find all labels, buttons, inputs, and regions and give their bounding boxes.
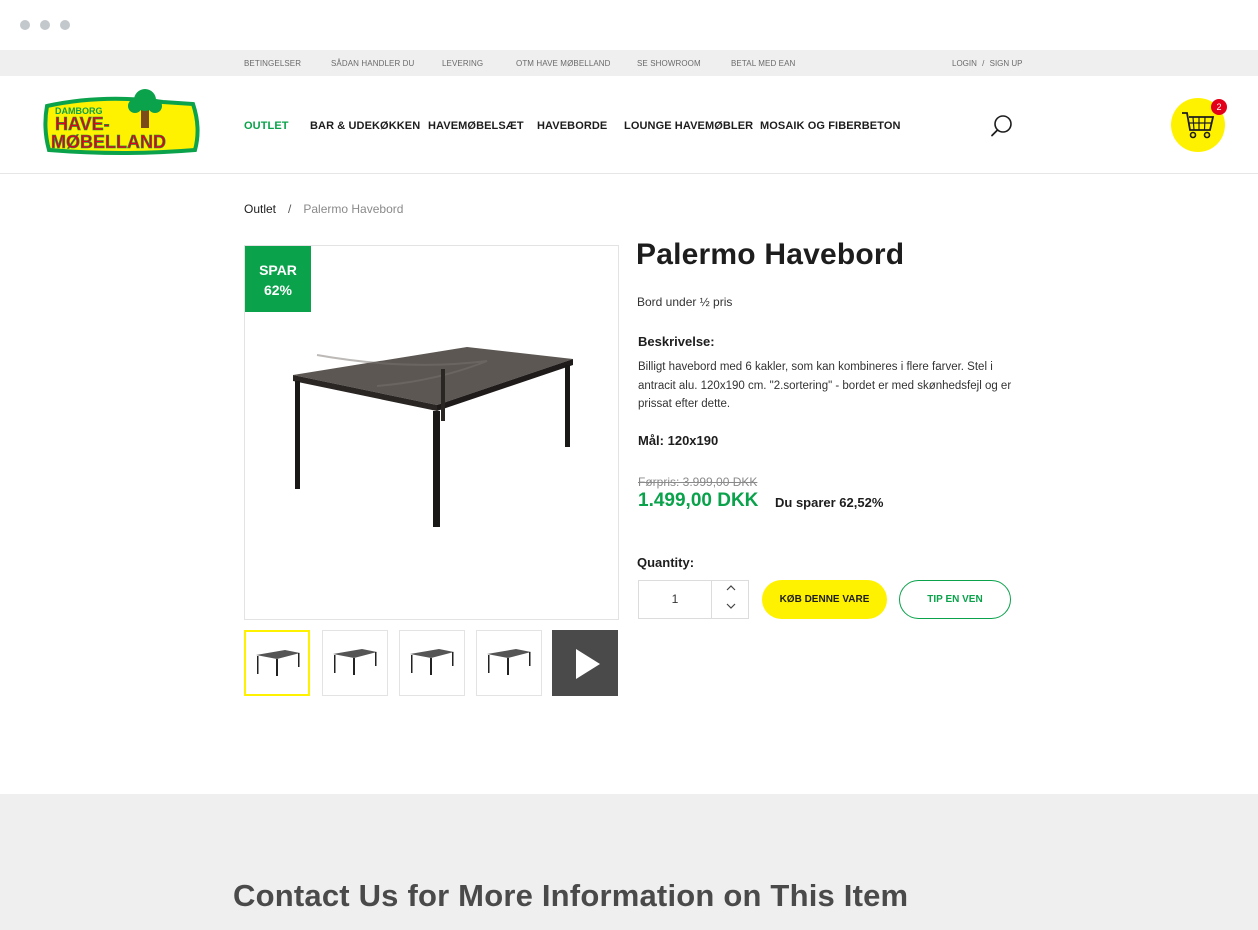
quantity-stepper xyxy=(638,580,749,619)
quantity-input[interactable] xyxy=(639,581,711,618)
product-thumbnail[interactable] xyxy=(476,630,542,696)
cart-icon xyxy=(1182,112,1215,139)
current-price: 1.499,00 DKK xyxy=(638,490,759,511)
cart-button[interactable]: 2 xyxy=(1171,98,1227,152)
table-thumbnail-icon xyxy=(333,649,377,675)
description-label: Beskrivelse: xyxy=(638,334,715,349)
site-logo[interactable]: DAMBORG HAVE- MØBELLAND xyxy=(43,88,203,156)
nav-item-mosaik-fiberbeton[interactable]: MOSAIK OG FIBERBETON xyxy=(760,120,901,132)
account-links: LOGIN / SIGN UP xyxy=(952,59,1023,68)
chevron-up-icon[interactable] xyxy=(726,584,736,595)
breadcrumb-separator: / xyxy=(288,202,292,216)
sale-badge-line2: 62% xyxy=(263,282,293,298)
sale-badge-line1: SPAR xyxy=(259,262,297,278)
window-maximize-dot[interactable] xyxy=(60,20,70,30)
site-header: DAMBORG HAVE- MØBELLAND OUTLET BAR & UDE… xyxy=(0,76,1258,174)
browser-chrome xyxy=(0,0,1258,50)
topbar-link-betal-med-ean[interactable]: BETAL MED EAN xyxy=(731,59,795,68)
play-icon xyxy=(576,649,600,679)
product-main-image[interactable]: SPAR 62% xyxy=(244,245,619,620)
chevron-down-icon[interactable] xyxy=(726,602,736,613)
topbar-link-betingelser[interactable]: BETINGELSER xyxy=(244,59,301,68)
table-thumbnail-icon xyxy=(487,649,531,675)
table-thumbnail-icon xyxy=(256,650,300,676)
breadcrumb-current: Palermo Havebord xyxy=(303,202,404,216)
buy-button[interactable]: KØB DENNE VARE xyxy=(762,580,887,619)
contact-section: Contact Us for More Information on This … xyxy=(0,794,1258,930)
topbar-link-levering[interactable]: LEVERING xyxy=(442,59,483,68)
topbar-link-se-showroom[interactable]: SE SHOWROOM xyxy=(637,59,701,68)
sale-badge: SPAR 62% xyxy=(245,246,311,312)
product-video-thumbnail[interactable] xyxy=(552,630,618,696)
window-minimize-dot[interactable] xyxy=(40,20,50,30)
tip-friend-button[interactable]: TIP EN VEN xyxy=(899,580,1011,619)
login-link[interactable]: LOGIN xyxy=(952,59,977,68)
quantity-arrows xyxy=(711,581,749,618)
nav-item-haveborde[interactable]: HAVEBORDE xyxy=(537,120,607,132)
contact-heading: Contact Us for More Information on This … xyxy=(233,878,909,913)
description-text: Billigt havebord med 6 kakler, som kan k… xyxy=(638,361,1012,410)
nav-item-lounge-havemobler[interactable]: LOUNGE HAVEMØBLER xyxy=(624,120,753,132)
logo-text-line2: MØBELLAND xyxy=(51,132,166,152)
nav-item-havemobelsaet[interactable]: HAVEMØBELSÆT xyxy=(428,120,524,132)
product-title: Palermo Havebord xyxy=(636,238,905,271)
quantity-label: Quantity: xyxy=(637,555,695,570)
product-subtitle: Bord under ½ pris xyxy=(637,295,733,309)
table-thumbnail-icon xyxy=(410,649,454,675)
breadcrumb: Outlet / Palermo Havebord xyxy=(244,202,403,216)
breadcrumb-outlet-link[interactable]: Outlet xyxy=(244,202,276,216)
nav-item-bar-udekokken[interactable]: BAR & UDEKØKKEN xyxy=(310,120,420,132)
cart-count-badge: 2 xyxy=(1211,99,1227,115)
product-thumbnail[interactable] xyxy=(244,630,310,696)
saving-text: Du sparer 62,52% xyxy=(775,495,884,510)
logo-text-line1: HAVE- xyxy=(55,114,110,134)
product-thumbnail[interactable] xyxy=(322,630,388,696)
table-illustration xyxy=(293,347,573,527)
logo-mark: DAMBORG HAVE- MØBELLAND xyxy=(43,89,200,155)
window-close-dot[interactable] xyxy=(20,20,30,30)
nav-item-outlet[interactable]: OUTLET xyxy=(244,120,289,132)
old-price: Førpris: 3.999,00 DKK xyxy=(638,475,758,489)
signup-link[interactable]: SIGN UP xyxy=(990,59,1023,68)
topbar-link-saadan-handler-du[interactable]: SÅDAN HANDLER DU xyxy=(331,59,414,68)
login-separator: / xyxy=(982,59,985,68)
product-dimensions: Mål: 120x190 xyxy=(638,433,719,448)
utility-bar: BETINGELSER SÅDAN HANDLER DU LEVERING OT… xyxy=(0,50,1258,76)
product-thumbnail[interactable] xyxy=(399,630,465,696)
topbar-link-om-have-mobelland[interactable]: OTM HAVE MØBELLAND xyxy=(516,59,611,68)
search-icon[interactable] xyxy=(990,114,1014,138)
